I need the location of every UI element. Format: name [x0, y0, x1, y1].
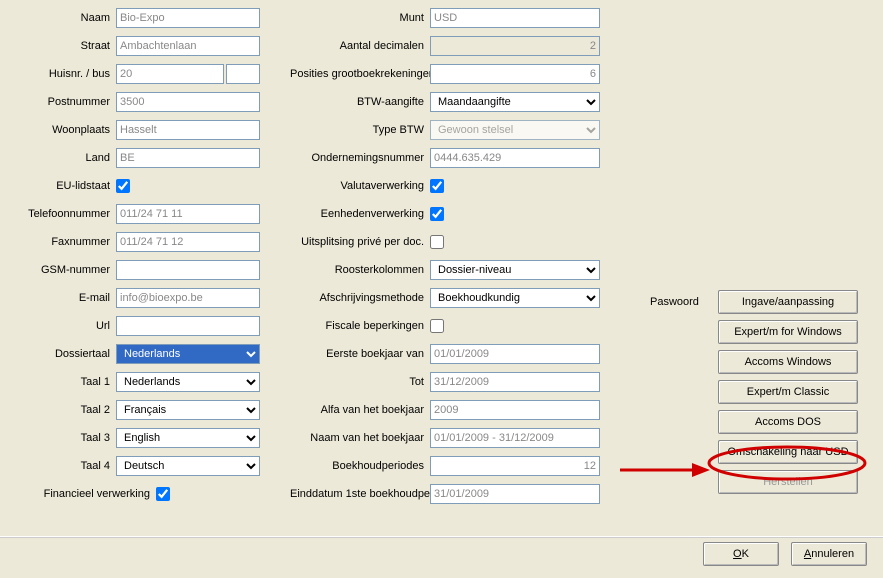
telefoon-input[interactable]	[116, 204, 260, 224]
prive-checkbox[interactable]	[430, 235, 444, 249]
omschakeling-button[interactable]: Omschakeling naar USD	[718, 440, 858, 464]
munt-input[interactable]	[430, 8, 600, 28]
label-alfa: Alfa van het boekjaar	[290, 404, 430, 416]
label-munt: Munt	[290, 12, 430, 24]
label-taal3: Taal 3	[0, 432, 116, 444]
eerste-input[interactable]	[430, 344, 600, 364]
herstellen-button: Herstellen	[718, 470, 858, 494]
label-periodes: Boekhoudperiodes	[290, 460, 430, 472]
label-url: Url	[0, 320, 116, 332]
label-posities: Posities grootboekrekeningen	[290, 68, 430, 80]
taal4-select[interactable]: Deutsch	[116, 456, 260, 476]
email-input[interactable]	[116, 288, 260, 308]
typebtw-select: Gewoon stelsel	[430, 120, 600, 140]
afschrijving-select[interactable]: Boekhoudkundig	[430, 288, 600, 308]
taal2-select[interactable]: Français	[116, 400, 260, 420]
label-fax: Faxnummer	[0, 236, 116, 248]
label-paswoord: Paswoord	[650, 296, 699, 308]
taal1-select[interactable]: Nederlands	[116, 372, 260, 392]
form-area: Naam Straat Huisnr. / bus Postnummer Woo…	[0, 0, 883, 520]
right-buttons: Ingave/aanpassing Expert/m for Windows A…	[718, 290, 858, 494]
label-rooster: Roosterkolommen	[290, 264, 430, 276]
label-naam: Naam	[0, 12, 116, 24]
bottom-buttons: OK Annuleren	[703, 542, 867, 566]
label-eerste: Eerste boekjaar van	[290, 348, 430, 360]
decimalen-input	[430, 36, 600, 56]
valuta-checkbox[interactable]	[430, 179, 444, 193]
label-gsm: GSM-nummer	[0, 264, 116, 276]
label-telefoon: Telefoonnummer	[0, 208, 116, 220]
eu-checkbox[interactable]	[116, 179, 130, 193]
dossiertaal-select[interactable]: Nederlands	[116, 344, 260, 364]
label-valuta: Valutaverwerking	[290, 180, 430, 192]
naam-input[interactable]	[116, 8, 260, 28]
label-taal2: Taal 2	[0, 404, 116, 416]
label-eenheden: Eenhedenverwerking	[290, 208, 430, 220]
bus-input[interactable]	[226, 64, 260, 84]
label-fiscale: Fiscale beperkingen	[290, 320, 430, 332]
label-ondnr: Ondernemingsnummer	[290, 152, 430, 164]
ok-button-label-rest: K	[742, 548, 749, 560]
btwaangifte-select[interactable]: Maandaangifte	[430, 92, 600, 112]
label-naambj: Naam van het boekjaar	[290, 432, 430, 444]
accomswin-button[interactable]: Accoms Windows	[718, 350, 858, 374]
taal3-select[interactable]: English	[116, 428, 260, 448]
land-input[interactable]	[116, 148, 260, 168]
annuleren-button[interactable]: Annuleren	[791, 542, 867, 566]
straat-input[interactable]	[116, 36, 260, 56]
label-einddatum: Einddatum 1ste boekhoudper.	[290, 488, 430, 500]
einddatum-input[interactable]	[430, 484, 600, 504]
label-prive: Uitsplitsing privé per doc.	[290, 236, 430, 248]
label-btwaangifte: BTW-aangifte	[290, 96, 430, 108]
rooster-select[interactable]: Dossier-niveau	[430, 260, 600, 280]
postnummer-input[interactable]	[116, 92, 260, 112]
label-postnummer: Postnummer	[0, 96, 116, 108]
gsm-input[interactable]	[116, 260, 260, 280]
ondnr-input[interactable]	[430, 148, 600, 168]
finver-checkbox[interactable]	[156, 487, 170, 501]
label-huisnr: Huisnr. / bus	[0, 68, 116, 80]
huisnr-input[interactable]	[116, 64, 224, 84]
fax-input[interactable]	[116, 232, 260, 252]
label-tot: Tot	[290, 376, 430, 388]
periodes-input[interactable]	[430, 456, 600, 476]
label-email: E-mail	[0, 292, 116, 304]
separator	[0, 536, 883, 538]
label-typebtw: Type BTW	[290, 124, 430, 136]
alfa-input[interactable]	[430, 400, 600, 420]
ingave-button[interactable]: Ingave/aanpassing	[718, 290, 858, 314]
annotation-arrow	[620, 460, 710, 480]
label-taal1: Taal 1	[0, 376, 116, 388]
annuleren-button-label-rest: nnuleren	[811, 548, 854, 560]
expertmwin-button[interactable]: Expert/m for Windows	[718, 320, 858, 344]
label-taal4: Taal 4	[0, 460, 116, 472]
label-land: Land	[0, 152, 116, 164]
url-input[interactable]	[116, 316, 260, 336]
ok-button[interactable]: OK	[703, 542, 779, 566]
label-dossiertaal: Dossiertaal	[0, 348, 116, 360]
label-straat: Straat	[0, 40, 116, 52]
label-woonplaats: Woonplaats	[0, 124, 116, 136]
label-afschrijving: Afschrijvingsmethode	[290, 292, 430, 304]
eenheden-checkbox[interactable]	[430, 207, 444, 221]
woonplaats-input[interactable]	[116, 120, 260, 140]
accomsdos-button[interactable]: Accoms DOS	[718, 410, 858, 434]
label-finver: Financieel verwerking	[0, 488, 156, 500]
posities-input[interactable]	[430, 64, 600, 84]
label-eu: EU-lidstaat	[0, 180, 116, 192]
tot-input[interactable]	[430, 372, 600, 392]
fiscale-checkbox[interactable]	[430, 319, 444, 333]
expertmclassic-button[interactable]: Expert/m Classic	[718, 380, 858, 404]
naambj-input[interactable]	[430, 428, 600, 448]
label-decimalen: Aantal decimalen	[290, 40, 430, 52]
